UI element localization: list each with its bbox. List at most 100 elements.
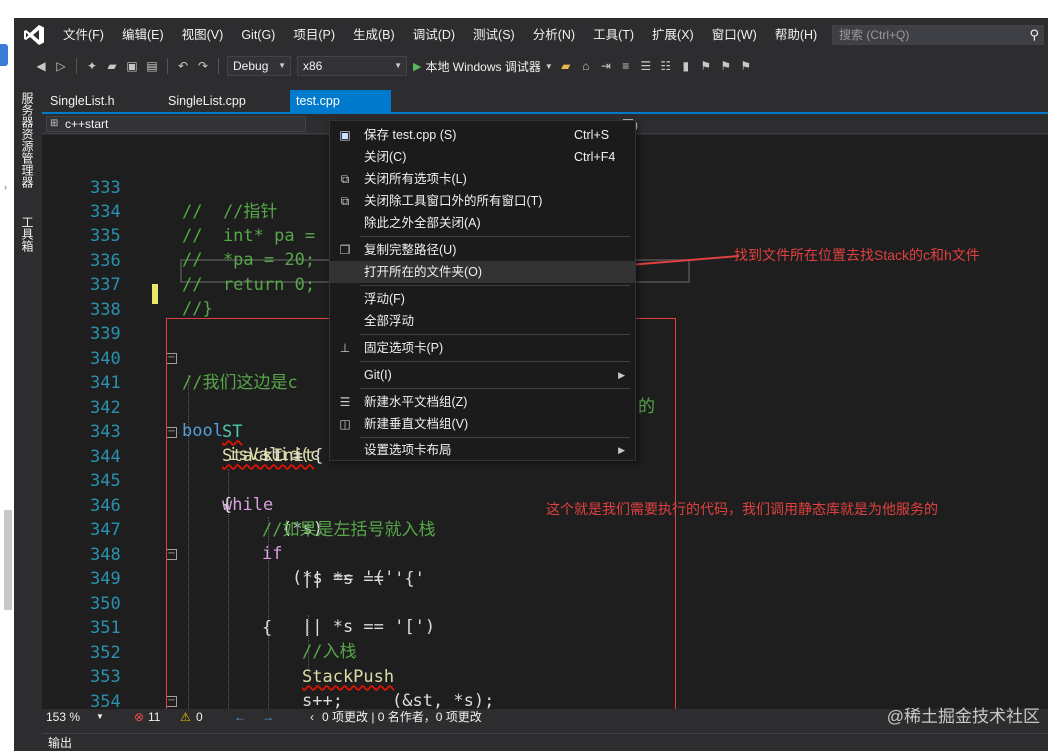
play-icon: ▶ [413, 60, 422, 73]
vs-logo-icon [14, 18, 54, 52]
menu-test[interactable]: 测试(S) [464, 18, 524, 52]
menu-item-close[interactable]: 关闭(C) Ctrl+F4 [330, 146, 635, 168]
next-issue-icon[interactable]: → [262, 709, 274, 725]
comment-icon[interactable]: ☰ [639, 59, 653, 73]
menu-item-new-vertical-group[interactable]: ◫ 新建垂直文档组(V) [330, 413, 635, 435]
menu-item-float-all[interactable]: 全部浮动 [330, 310, 635, 332]
warning-icon[interactable]: ⚠ [180, 709, 191, 725]
output-panel-tab[interactable]: 输出 [42, 733, 1048, 751]
start-debugger-button[interactable]: ▶ 本地 Windows 调试器 ▼ [413, 58, 553, 75]
menu-window[interactable]: 窗口(W) [703, 18, 766, 52]
menu-project[interactable]: 项目(P) [284, 18, 344, 52]
menu-item-copy-path[interactable]: ❐ 复制完整路径(U) [330, 239, 635, 261]
toolbox-tab[interactable]: 工具箱 [20, 216, 34, 252]
chevron-down-icon[interactable]: ▼ [96, 709, 104, 725]
toolbar-separator [167, 58, 168, 74]
menu-item-label: 新建垂直文档组(V) [364, 417, 469, 431]
tab-singlelist-h[interactable]: SingleList.h [42, 90, 160, 112]
tab-test-cpp[interactable]: test.cpp [290, 90, 391, 112]
menu-item-label: Git(I) [364, 368, 392, 382]
forward-icon[interactable]: ▷ [54, 59, 68, 73]
menu-item-float[interactable]: 浮动(F) [330, 288, 635, 310]
project-name: c++start [65, 117, 109, 131]
tab-singlelist-cpp[interactable]: SingleList.cpp [160, 90, 274, 112]
menu-item-save[interactable]: ▣ 保存 test.cpp (S) Ctrl+S [330, 124, 635, 146]
open-folder-icon[interactable]: ▰ [105, 59, 119, 73]
menu-item-open-containing-folder[interactable]: 打开所在的文件夹(O) [330, 261, 635, 283]
new-project-icon[interactable]: ✦ [85, 59, 99, 73]
menu-git[interactable]: Git(G) [232, 18, 284, 52]
error-count[interactable]: 11 [148, 709, 160, 725]
menu-item-label: 关闭所有选项卡(L) [364, 172, 467, 186]
editor-status-bar: 153 % ▼ ⊗ 11 ⚠ 0 ← → ‹ 0 项更改 | 0 名作者，0 项… [42, 707, 1048, 726]
menu-item-label: 固定选项卡(P) [364, 341, 444, 355]
menu-item-close-all-tabs[interactable]: ⧉ 关闭所有选项卡(L) [330, 168, 635, 190]
platform-select[interactable]: x86 ▼ [297, 56, 407, 76]
format-icon[interactable]: ≡ [619, 59, 633, 73]
menu-item-close-others[interactable]: 除此之外全部关闭(A) [330, 212, 635, 234]
menu-item-label: 全部浮动 [364, 314, 415, 328]
save-icon[interactable]: ▣ [125, 59, 139, 73]
prev-bookmark-icon[interactable]: ⚑ [699, 59, 713, 73]
menu-file[interactable]: 文件(F) [54, 18, 113, 52]
prev-issue-icon[interactable]: ← [234, 709, 246, 725]
menu-separator [360, 334, 630, 335]
arrow-annotation: 找到文件所在位置去找Stack的c和h文件 [734, 247, 980, 263]
save-all-icon[interactable]: ▤ [145, 59, 159, 73]
desktop-left-strip: › [0, 0, 14, 751]
back-icon[interactable]: ◀ [34, 59, 48, 73]
server-explorer-tab[interactable]: 服务器资源管理器 [20, 92, 34, 188]
hot-reload-icon[interactable]: ▰ [559, 59, 573, 73]
start-debugger-label: 本地 Windows 调试器 [425, 59, 541, 74]
clear-bookmarks-icon[interactable]: ⚑ [739, 59, 753, 73]
menu-item-close-all-docs[interactable]: ⧉ 关闭除工具窗口外的所有窗口(T) [330, 190, 635, 212]
close-all-docs-icon: ⧉ [340, 194, 350, 208]
step-icon[interactable]: ⇥ [599, 59, 613, 73]
menu-analyze[interactable]: 分析(N) [524, 18, 584, 52]
menu-help[interactable]: 帮助(H) [766, 18, 826, 52]
menu-extensions[interactable]: 扩展(X) [643, 18, 703, 52]
tab-context-menu: ▣ 保存 test.cpp (S) Ctrl+S 关闭(C) Ctrl+F4 ⧉… [329, 120, 636, 461]
git-changes-summary[interactable]: 0 项更改 | 0 名作者，0 项更改 [322, 709, 482, 725]
zoom-level[interactable]: 153 % [46, 709, 80, 725]
side-tool-panel: 服务器资源管理器 工具箱 [14, 80, 42, 720]
project-dropdown[interactable]: ⊞ c++start [46, 116, 306, 132]
watermark: @稀土掘金技术社区 [886, 707, 1040, 726]
menu-item-label: 设置选项卡布局 [364, 443, 452, 457]
configuration-value: Debug [233, 59, 269, 73]
blue-edge-tab [0, 44, 8, 66]
toolbar: ◀ ▷ ✦ ▰ ▣ ▤ ↶ ↷ Debug ▼ x86 ▼ ▶ 本地 Windo… [14, 52, 1048, 80]
menu-separator [360, 361, 630, 362]
copy-icon: ❐ [339, 243, 351, 257]
error-icon[interactable]: ⊗ [134, 709, 144, 725]
chevron-down-icon: ▼ [544, 61, 553, 71]
menu-debug[interactable]: 调试(D) [404, 18, 464, 52]
menu-item-git[interactable]: Git(I) ▶ [330, 364, 635, 386]
menu-build[interactable]: 生成(B) [344, 18, 404, 52]
menu-tools[interactable]: 工具(T) [584, 18, 643, 52]
menu-view[interactable]: 视图(V) [173, 18, 233, 52]
next-bookmark-icon[interactable]: ⚑ [719, 59, 733, 73]
menu-edit[interactable]: 编辑(E) [113, 18, 173, 52]
code-annotation: 这个就是我们需要执行的代码，我们调用静态库就是为他服务的 [546, 501, 938, 517]
menu-item-tab-layout[interactable]: 设置选项卡布局 ▶ [330, 439, 635, 461]
menu-separator [360, 236, 630, 237]
undo-icon[interactable]: ↶ [176, 59, 190, 73]
menu-item-label: 关闭除工具窗口外的所有窗口(T) [364, 194, 543, 208]
bookmark-icon[interactable]: ▮ [679, 59, 693, 73]
vertical-group-icon: ◫ [339, 417, 351, 431]
uncomment-icon[interactable]: ☷ [659, 59, 673, 73]
platform-value: x86 [303, 59, 323, 73]
menu-item-shortcut: Ctrl+F4 [574, 150, 616, 164]
menu-item-pin-tab[interactable]: ⊥ 固定选项卡(P) [330, 337, 635, 359]
warning-count[interactable]: 0 [196, 709, 203, 725]
search-icon[interactable]: ⚲ [1029, 26, 1039, 44]
search-input[interactable]: 搜索 (Ctrl+Q) ⚲ [832, 25, 1044, 45]
menu-bar: 文件(F) 编辑(E) 视图(V) Git(G) 项目(P) 生成(B) 调试(… [14, 18, 1048, 52]
menu-item-new-horizontal-group[interactable]: ☰ 新建水平文档组(Z) [330, 391, 635, 413]
browse-icon[interactable]: ⌂ [579, 59, 593, 73]
menu-item-label: 除此之外全部关闭(A) [364, 216, 481, 230]
redo-icon[interactable]: ↷ [196, 59, 210, 73]
configuration-select[interactable]: Debug ▼ [227, 56, 291, 76]
background-scrollbar [4, 510, 12, 610]
